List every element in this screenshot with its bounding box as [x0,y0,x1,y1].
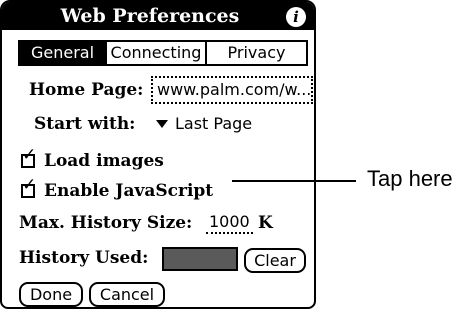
dialog-title: Web Preferences [60,5,240,27]
cancel-button[interactable]: Cancel [89,282,165,307]
tab-connecting[interactable]: Connecting [105,42,205,64]
callout-label: Tap here [367,166,453,191]
max-history-size-unit: K [258,213,273,233]
enable-javascript-label: Enable JavaScript [44,181,214,201]
start-with-value: Last Page [175,114,253,133]
history-used-fill [164,249,236,269]
start-with-dropdown[interactable]: Last Page [156,113,252,135]
checkmark-icon: ✓ [22,145,37,165]
callout-line [232,180,356,182]
info-icon[interactable]: i [286,7,306,27]
load-images-label: Load images [44,151,164,171]
clear-button[interactable]: Clear [244,248,306,273]
title-bar: Web Preferences i [2,2,314,30]
max-history-size-input[interactable]: 1000 [206,212,253,234]
max-history-size-label: Max. History Size: [19,213,193,233]
load-images-option[interactable]: ✓ Load images [21,147,164,172]
checkmark-icon: ✓ [22,175,37,195]
tab-general[interactable]: General [20,42,105,64]
home-page-input[interactable]: www.palm.com/w... [151,76,313,104]
home-page-label: Home Page: [29,80,144,100]
enable-javascript-checkbox[interactable]: ✓ [21,177,36,198]
start-with-label: Start with: [34,114,136,134]
web-preferences-dialog: Web Preferences i General Connecting Pri… [0,0,316,309]
history-used-gauge [162,247,238,271]
tab-privacy[interactable]: Privacy [205,42,306,64]
dropdown-arrow-icon [156,120,168,128]
history-used-label: History Used: [19,248,149,268]
done-button[interactable]: Done [19,282,83,307]
tab-bar: General Connecting Privacy [18,40,308,66]
load-images-checkbox[interactable]: ✓ [21,147,36,168]
enable-javascript-option[interactable]: ✓ Enable JavaScript [21,177,214,202]
